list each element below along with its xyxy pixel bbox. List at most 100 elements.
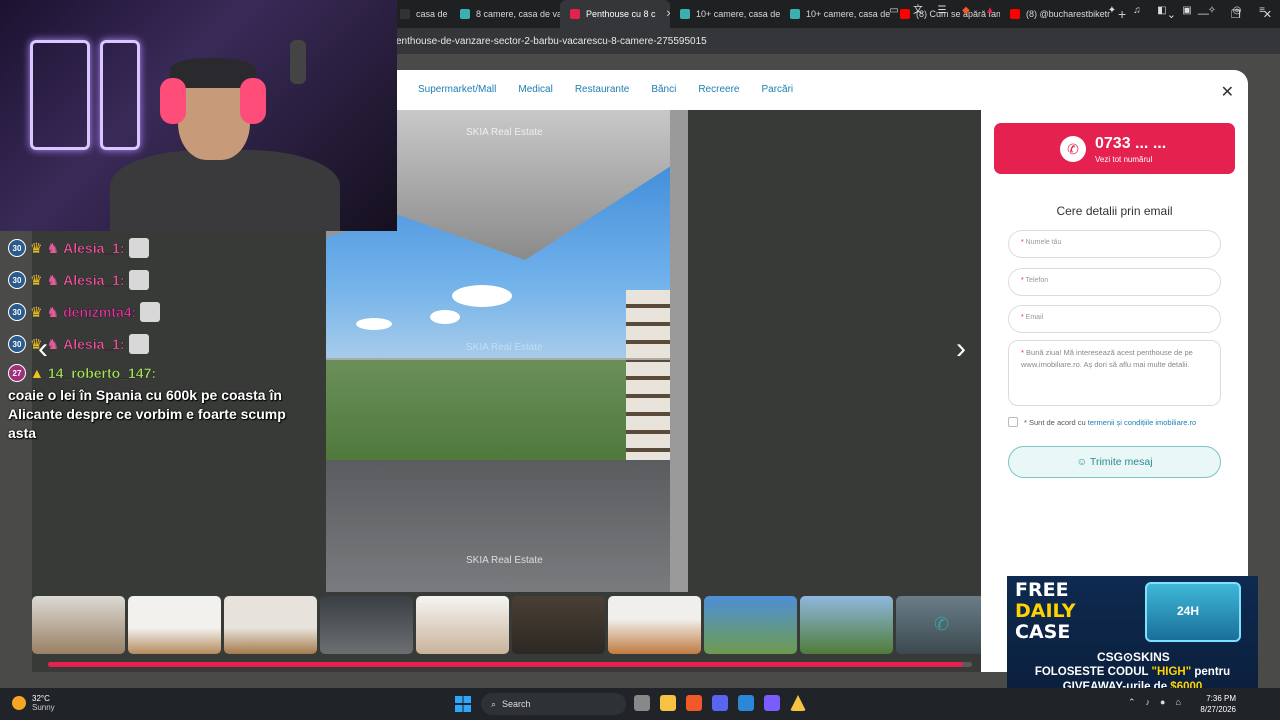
thumbnail[interactable] [32, 596, 125, 654]
thumbnail[interactable] [320, 596, 413, 654]
task-view-icon[interactable] [634, 695, 650, 711]
thumbnail[interactable] [512, 596, 605, 654]
sidebar-icon[interactable]: ◧ [1156, 5, 1168, 17]
chat-text: coaie o lei în Spania cu 600k pe coasta … [8, 387, 286, 441]
thumbnail[interactable] [704, 596, 797, 654]
subscriber-badge: 30 [8, 303, 26, 321]
volume-icon[interactable]: ♪ [1146, 697, 1151, 708]
photo-cloud [452, 285, 512, 307]
thumbnail[interactable] [128, 596, 221, 654]
email-field[interactable]: * Email [1008, 305, 1221, 333]
crown-icon: ♛ [30, 239, 43, 256]
subscriber-badge: 30 [8, 271, 26, 289]
address-actions: ▭ 文 ☰ ◆ ▲ [888, 5, 996, 17]
translate-icon[interactable]: 文 [912, 5, 924, 17]
weather-widget[interactable]: 32°C Sunny [12, 694, 55, 712]
browser-tab[interactable]: (8) @bucharestbiketr [1000, 0, 1110, 28]
rewards-icon[interactable]: ▲ [984, 5, 996, 17]
browser-tab[interactable]: casa de van [390, 0, 450, 28]
app-icon[interactable] [738, 695, 754, 711]
extensions-icon[interactable]: ✦ [1106, 5, 1118, 17]
webcam-person-body [110, 150, 340, 231]
thumbnail-contact[interactable]: ✆ [896, 596, 981, 654]
thumbnail[interactable] [608, 596, 701, 654]
send-message-button[interactable]: ☺ Trimite mesaj [1008, 446, 1221, 478]
chat-username[interactable]: Alesia_1: [63, 336, 125, 352]
cast-icon[interactable]: ▭ [888, 5, 900, 17]
warning-icon[interactable] [790, 695, 806, 711]
ad-line1-c: pentru [1191, 666, 1231, 678]
clock[interactable]: 7:36 PM 8/27/2026 [1200, 693, 1236, 715]
terms-checkbox[interactable] [1008, 417, 1018, 427]
taskbar-search[interactable]: ⌕ Search [481, 693, 626, 715]
weather-temp: 32°C [32, 694, 50, 703]
show-phone-button[interactable]: ✆ 0733 ... ... Vezi tot numărul [994, 123, 1235, 174]
thumbnail[interactable] [800, 596, 893, 654]
photo-railing [326, 358, 688, 360]
name-field[interactable]: * Numele tău [1008, 230, 1221, 258]
vpn-icon[interactable]: ◎ [1231, 5, 1243, 17]
reader-icon[interactable]: ☰ [936, 5, 948, 17]
browser-tab[interactable]: 10+ camere, casa de v [780, 0, 890, 28]
photo-cloud [430, 310, 460, 324]
next-photo-icon[interactable]: › [956, 332, 966, 366]
url-text[interactable]: enthouse-de-vanzare-sector-2-barbu-vacar… [396, 36, 707, 47]
phone-field[interactable]: * Telefon [1008, 268, 1221, 296]
close-icon[interactable]: ✕ [1221, 82, 1234, 102]
browser-tab[interactable]: 10+ camere, casa de v [670, 0, 780, 28]
tab-medical[interactable]: Medical [518, 84, 552, 95]
neon-sign [30, 40, 90, 150]
thumbnail[interactable] [416, 596, 509, 654]
name-placeholder: Numele tău [1025, 239, 1062, 246]
ad-brand: CSG⊙SKINS [1097, 650, 1170, 664]
sun-icon [12, 696, 26, 710]
search-label: Search [502, 699, 531, 709]
discord-icon[interactable] [712, 695, 728, 711]
message-field[interactable]: * Bună ziua! Mă interesează acest pentho… [1008, 340, 1221, 406]
tab-recreere[interactable]: Recreere [698, 84, 739, 95]
app-grid-icon[interactable] [764, 695, 780, 711]
chat-username[interactable]: Alesia_1: [63, 240, 125, 256]
chat-username[interactable]: 14_roberto_147: [48, 365, 156, 381]
tab-restaurante[interactable]: Restaurante [575, 84, 629, 95]
chat-message: 30 ♛ ♞ Alesia_1: [8, 232, 328, 264]
send-label: Trimite mesaj [1089, 456, 1153, 468]
mic-icon[interactable]: ● [1160, 697, 1165, 708]
wallet-icon[interactable]: ▣ [1181, 5, 1193, 17]
thumbnail[interactable] [224, 596, 317, 654]
music-icon[interactable]: ♫ [1131, 5, 1143, 17]
chat-username[interactable]: Alesia_1: [63, 272, 125, 288]
photo-cloud [356, 318, 392, 330]
subscriber-badge: 30 [8, 239, 26, 257]
tab-parcari[interactable]: Parcări [761, 84, 793, 95]
message-text: Bună ziua! Mă interesează acest penthous… [1021, 348, 1193, 369]
pixel-badge-icon: ♞ [46, 335, 60, 352]
file-explorer-icon[interactable] [660, 695, 676, 711]
brave-shield-icon[interactable]: ◆ [960, 5, 972, 17]
phone-subtitle: Vezi tot numărul [1095, 155, 1153, 164]
tab-label: 10+ camere, casa de v [806, 9, 890, 19]
ad-line1-a: FOLOSESTE CODUL [1034, 666, 1152, 678]
browser-tab[interactable]: Penthouse cu 8 c ✕ [560, 0, 670, 28]
menu-icon[interactable]: ≡ [1256, 5, 1268, 17]
windows-start-icon[interactable] [455, 696, 471, 712]
watermark-bottom: SKIA Real Estate [466, 555, 543, 566]
watermark-center: SKIA Real Estate [466, 342, 543, 353]
toolbar-icons: ✦ ♫ ◧ ▣ ✧ ◎ ≡ [1106, 5, 1268, 17]
chat-username[interactable]: denizmta4: [63, 304, 136, 320]
weather-condition: Sunny [32, 703, 55, 712]
leo-icon[interactable]: ✧ [1206, 5, 1218, 17]
tab-label: casa de van [416, 9, 450, 19]
terms-row: * Sunt de acord cu termenii și condițiil… [1008, 417, 1196, 427]
terms-link[interactable]: termenii și condițiile imobiliare.ro [1088, 418, 1196, 427]
brave-icon[interactable] [686, 695, 702, 711]
ad-code-line: FOLOSESTE CODUL "HIGH" pentru [1007, 666, 1258, 678]
network-icon[interactable]: ⌂ [1175, 697, 1180, 708]
browser-tab[interactable]: 8 camere, casa de van [450, 0, 560, 28]
chevron-up-icon[interactable]: ⌃ [1128, 697, 1136, 708]
tab-favicon-icon [790, 9, 800, 19]
phone-number: 0733 ... ... [1095, 135, 1167, 152]
pixel-badge-icon: ♞ [46, 239, 60, 256]
tab-supermarket[interactable]: Supermarket/Mall [418, 84, 496, 95]
tab-banci[interactable]: Bănci [651, 84, 676, 95]
